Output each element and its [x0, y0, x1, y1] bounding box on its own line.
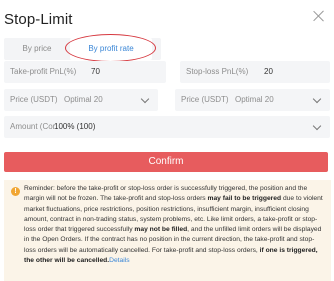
take-profit-value[interactable]: 70: [91, 61, 100, 83]
reminder-text: Reminder: before the take-profit or stop…: [24, 185, 323, 265]
amount-label: Amount (Cor: [10, 122, 56, 131]
stop-loss-price-select[interactable]: Price (USDT) Optimal 20: [175, 89, 330, 111]
close-icon[interactable]: [312, 9, 326, 23]
take-profit-field[interactable]: Take-profit PnL(%) 70: [4, 61, 166, 83]
highlight-ellipse: [65, 34, 156, 62]
amount-select[interactable]: Amount (Cor 100% (100): [4, 116, 330, 138]
stop-loss-field[interactable]: Stop-loss PnL(%) 20: [180, 61, 330, 83]
stop-loss-value[interactable]: 20: [264, 61, 273, 83]
details-link[interactable]: Details: [109, 257, 129, 264]
tab-by-price[interactable]: By price: [4, 38, 70, 60]
tp-price-label: Price (USDT): [10, 95, 58, 104]
chevron-down-icon[interactable]: [312, 121, 322, 131]
warning-icon: !: [11, 187, 20, 196]
amount-selected: 100% (100): [54, 122, 96, 131]
take-profit-price-select[interactable]: Price (USDT) Optimal 20: [4, 89, 158, 111]
take-profit-label: Take-profit PnL(%): [10, 67, 77, 76]
sl-price-selected: Optimal 20: [235, 95, 274, 104]
sl-price-label: Price (USDT): [181, 95, 229, 104]
tp-price-selected: Optimal 20: [64, 95, 103, 104]
stop-loss-label: Stop-loss PnL(%): [186, 67, 249, 76]
dialog-title: Stop-Limit: [4, 11, 73, 28]
reminder-notice: ! Reminder: before the take-profit or st…: [4, 180, 331, 281]
chevron-down-icon[interactable]: [140, 94, 150, 104]
confirm-button[interactable]: Confirm: [4, 152, 328, 172]
chevron-down-icon[interactable]: [312, 94, 322, 104]
